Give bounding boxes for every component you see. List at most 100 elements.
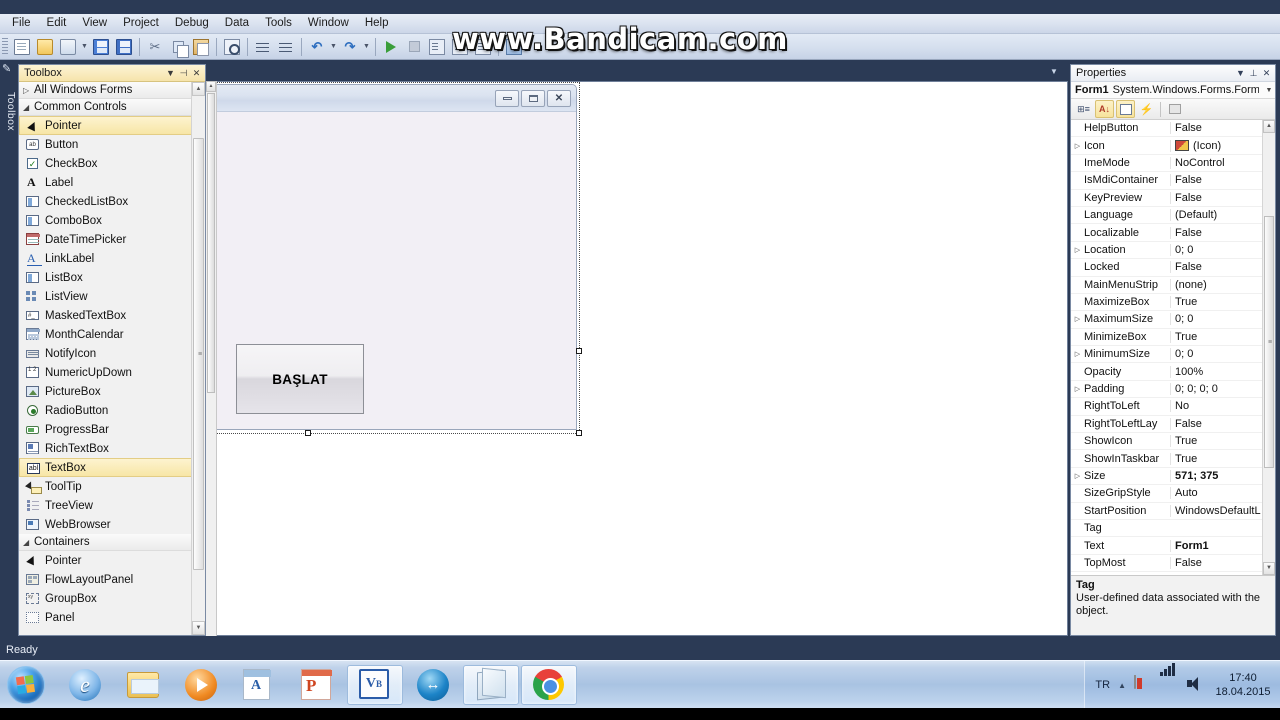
expand-triangle-icon[interactable]: ▷: [1071, 315, 1084, 323]
taskbar-item-powerpoint[interactable]: [289, 665, 345, 705]
property-row[interactable]: ▷ Location 0; 0: [1071, 242, 1275, 260]
scroll-thumb[interactable]: ≡: [1264, 216, 1274, 468]
close-icon[interactable]: ✕: [1260, 67, 1273, 80]
property-value[interactable]: (Default): [1170, 209, 1275, 222]
taskbar-item-windows-explorer[interactable]: [115, 665, 171, 705]
property-row[interactable]: Text Form1: [1071, 537, 1275, 555]
property-value[interactable]: (Icon): [1170, 139, 1275, 152]
toolbar-grip[interactable]: [2, 37, 8, 56]
toolbox-group-common-controls[interactable]: ◢ Common Controls: [19, 99, 197, 116]
properties-grid[interactable]: HelpButton False ▷ Icon (Icon) ImeMode NoContr…: [1071, 120, 1275, 575]
comment-button[interactable]: [252, 36, 274, 58]
property-row[interactable]: Opacity 100%: [1071, 363, 1275, 381]
property-row[interactable]: MainMenuStrip (none): [1071, 277, 1275, 294]
redo-dropdown[interactable]: ▼: [362, 36, 371, 58]
toolbox-item-panel[interactable]: Panel: [19, 608, 197, 627]
property-value[interactable]: No: [1170, 400, 1275, 413]
new-project-button[interactable]: [11, 36, 33, 58]
vertical-tab-toolbox[interactable]: Toolbox: [1, 76, 17, 156]
undo-dropdown[interactable]: ▼: [329, 36, 338, 58]
start-button[interactable]: [1, 663, 51, 707]
property-row[interactable]: StartPosition WindowsDefaultL: [1071, 503, 1275, 520]
property-row[interactable]: ▷ MaximumSize 0; 0: [1071, 311, 1275, 329]
scroll-down-arrow[interactable]: ▼: [1263, 562, 1275, 575]
property-row[interactable]: Tag: [1071, 520, 1275, 538]
property-row[interactable]: TopMost False: [1071, 555, 1275, 573]
property-row[interactable]: KeyPreview False: [1071, 190, 1275, 207]
security-shield-icon[interactable]: [1134, 675, 1152, 694]
scroll-up-arrow[interactable]: ▲: [192, 82, 205, 96]
toolbox-item-listview[interactable]: ListView: [19, 287, 197, 306]
property-value[interactable]: False: [1170, 122, 1275, 135]
property-row[interactable]: HelpButton False: [1071, 120, 1275, 138]
property-value[interactable]: False: [1170, 174, 1275, 187]
network-signal-icon[interactable]: [1160, 663, 1178, 694]
property-row[interactable]: MaximizeBox True: [1071, 294, 1275, 312]
expand-triangle-icon[interactable]: ▷: [1071, 142, 1084, 150]
menu-item-tools[interactable]: Tools: [257, 14, 300, 33]
designer-vertical-scrollbar[interactable]: ▲: [206, 81, 217, 636]
scroll-up-arrow[interactable]: ▲: [206, 81, 216, 92]
property-row[interactable]: RightToLeft No: [1071, 398, 1275, 416]
property-row[interactable]: ShowIcon True: [1071, 433, 1275, 451]
taskbar-item-notebook[interactable]: [463, 664, 519, 705]
taskbar-item-media-player[interactable]: [173, 665, 229, 705]
chevron-down-icon[interactable]: ▼: [1234, 67, 1247, 80]
taskbar-item-word[interactable]: [231, 665, 287, 705]
toolbox-item-picturebox[interactable]: PictureBox: [19, 382, 197, 401]
property-row[interactable]: IsMdiContainer False: [1071, 172, 1275, 190]
toolbox-item-checkbox[interactable]: ✓ CheckBox: [19, 154, 197, 173]
property-row[interactable]: MinimizeBox True: [1071, 329, 1275, 347]
property-row[interactable]: ▷ Size 571; 375: [1071, 468, 1275, 486]
volume-icon[interactable]: [1186, 676, 1204, 694]
designed-form[interactable]: ✕ BAŞLAT: [211, 84, 577, 430]
property-row[interactable]: Localizable False: [1071, 224, 1275, 242]
property-value[interactable]: False: [1170, 191, 1275, 204]
uncomment-button[interactable]: [275, 36, 297, 58]
property-value[interactable]: 0; 0: [1170, 313, 1275, 326]
form-close-button[interactable]: ✕: [547, 90, 571, 107]
property-value[interactable]: (none): [1170, 278, 1275, 291]
redo-button[interactable]: ↷: [339, 36, 361, 58]
property-row[interactable]: Locked False: [1071, 259, 1275, 277]
expand-triangle-icon[interactable]: ▷: [1071, 385, 1084, 393]
property-value[interactable]: True: [1170, 435, 1275, 448]
open-file-button[interactable]: [34, 36, 56, 58]
menu-item-help[interactable]: Help: [357, 14, 397, 33]
property-value[interactable]: 100%: [1170, 365, 1275, 378]
toolbox-item-pointer[interactable]: Pointer: [19, 116, 197, 135]
property-value[interactable]: False: [1170, 226, 1275, 239]
categorized-button[interactable]: ⊞≡: [1074, 100, 1093, 118]
property-row[interactable]: ▷ Padding 0; 0; 0; 0: [1071, 381, 1275, 399]
property-row[interactable]: ShowInTaskbar True: [1071, 450, 1275, 468]
property-value[interactable]: 571; 375: [1170, 470, 1275, 482]
menu-item-view[interactable]: View: [74, 14, 115, 33]
pin-icon[interactable]: ⊣: [177, 67, 190, 80]
toolbox-item-button[interactable]: ab Button: [19, 135, 197, 154]
form-minimize-button[interactable]: [495, 90, 519, 107]
menu-item-project[interactable]: Project: [115, 14, 167, 33]
property-row[interactable]: RightToLeftLay False: [1071, 416, 1275, 434]
chevron-down-icon[interactable]: ▼: [1263, 87, 1275, 94]
pin-icon[interactable]: ⊥: [1247, 67, 1260, 80]
expand-triangle-icon[interactable]: ▷: [1071, 472, 1084, 480]
scroll-thumb[interactable]: [207, 93, 215, 393]
copy-button[interactable]: [167, 36, 189, 58]
taskbar-item-internet-explorer[interactable]: e: [57, 665, 113, 705]
chevron-down-icon[interactable]: ▼: [1046, 67, 1062, 79]
toolbox-item-webbrowser[interactable]: WebBrowser: [19, 515, 197, 534]
menu-item-data[interactable]: Data: [217, 14, 257, 33]
stop-debugging-button[interactable]: [403, 36, 425, 58]
property-value[interactable]: WindowsDefaultL: [1170, 504, 1275, 517]
chevron-down-icon[interactable]: ▼: [164, 67, 177, 80]
property-value[interactable]: 0; 0: [1170, 348, 1275, 361]
step-out-button[interactable]: [472, 36, 494, 58]
toolbox-item-richtextbox[interactable]: RichTextBox: [19, 439, 197, 458]
toolbox-item-monthcalendar[interactable]: MonthCalendar: [19, 325, 197, 344]
toolbox-scrollbar[interactable]: ▲ ≡ ▼: [191, 82, 205, 635]
expand-triangle-icon[interactable]: ▷: [1071, 246, 1084, 254]
property-value[interactable]: Auto: [1170, 487, 1275, 500]
designer-surface[interactable]: ✕ BAŞLAT: [206, 81, 1068, 636]
property-row[interactable]: ImeMode NoControl: [1071, 155, 1275, 173]
step-over-button[interactable]: [449, 36, 471, 58]
